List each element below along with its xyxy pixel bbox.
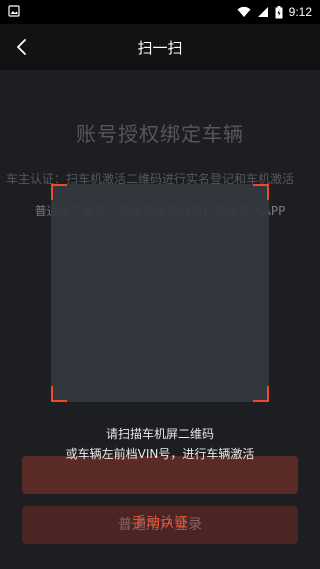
app-header: 扫一扫	[0, 24, 320, 70]
status-bar: 9:12	[0, 0, 320, 24]
battery-icon	[275, 5, 283, 18]
bind-vehicle-title: 账号授权绑定车辆	[76, 122, 244, 146]
scan-hint-line1: 请扫描车机屏二维码	[105, 427, 214, 441]
viewfinder-corner-top-right	[253, 184, 269, 200]
scan-viewfinder	[51, 184, 269, 402]
app-root: 9:12 扫一扫 账号授权绑定车辆 车主认证：扫车机激活二维码进行实名登记和车机…	[0, 0, 320, 569]
page-title: 扫一扫	[137, 39, 183, 57]
manual-auth-button[interactable]: 手动认证	[0, 512, 320, 532]
wifi-icon	[237, 6, 251, 17]
scan-hint-line2: 或车辆左前档VIN号，进行车辆激活	[65, 447, 255, 461]
viewfinder-corner-bottom-left	[51, 386, 67, 402]
status-time: 9:12	[288, 5, 312, 19]
scan-hint: 请扫描车机屏二维码 或车辆左前档VIN号，进行车辆激活	[0, 424, 320, 464]
image-notification-icon	[8, 5, 20, 17]
viewfinder-corner-bottom-right	[253, 386, 269, 402]
status-icons: 9:12	[237, 0, 312, 24]
viewfinder-corner-top-left	[51, 184, 67, 200]
cell-signal-icon	[257, 7, 268, 17]
